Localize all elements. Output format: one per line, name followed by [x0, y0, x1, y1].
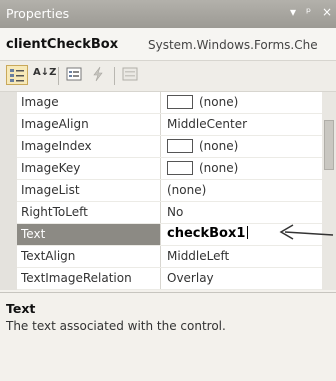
annotation-arrow-icon	[279, 224, 334, 240]
categorized-icon[interactable]	[6, 65, 28, 85]
properties-icon[interactable]	[64, 65, 86, 85]
property-value[interactable]: (none)	[199, 139, 238, 153]
property-row-imageindex[interactable]: ImageIndex (none)	[17, 136, 322, 158]
grid-gutter	[0, 92, 17, 290]
window-title: Properties	[6, 6, 70, 21]
column-separator	[160, 136, 161, 157]
object-selector[interactable]: clientCheckBox System.Windows.Forms.Che	[0, 28, 336, 61]
property-name: RightToLeft	[21, 205, 88, 219]
image-preview-box	[167, 161, 193, 175]
column-separator	[160, 224, 161, 245]
description-pane: Text The text associated with the contro…	[0, 292, 336, 381]
property-name: ImageKey	[21, 161, 81, 175]
text-value[interactable]: checkBox1	[167, 226, 245, 241]
property-grid: Image (none) ImageAlign MiddleCenter Ima…	[0, 92, 322, 290]
property-name: ImageAlign	[21, 117, 89, 131]
property-value[interactable]: (none)	[167, 183, 206, 197]
toolbar-separator	[58, 67, 59, 85]
column-separator	[160, 202, 161, 223]
property-row-imagealign[interactable]: ImageAlign MiddleCenter	[17, 114, 322, 136]
column-separator	[160, 114, 161, 135]
property-row-imagekey[interactable]: ImageKey (none)	[17, 158, 322, 180]
property-value[interactable]: No	[167, 205, 183, 219]
dropdown-icon[interactable]: ▾	[290, 5, 296, 19]
scrollbar-thumb[interactable]	[324, 120, 334, 170]
properties-window: Properties ▾ ᵖ × clientCheckBox System.W…	[0, 0, 336, 381]
column-separator	[160, 92, 161, 113]
alphabetical-label: A↓Z	[33, 67, 57, 78]
property-value[interactable]: (none)	[199, 95, 238, 109]
text-caret	[247, 226, 249, 239]
toolbar-separator	[114, 67, 115, 85]
description-text: The text associated with the control.	[6, 319, 226, 333]
vertical-scrollbar[interactable]	[322, 92, 336, 290]
image-preview-box	[167, 95, 193, 109]
alphabetical-icon[interactable]: A↓Z	[32, 65, 57, 85]
property-name: ImageIndex	[21, 139, 92, 153]
title-bar: Properties ▾ ᵖ ×	[0, 0, 336, 28]
pin-icon[interactable]: ᵖ	[306, 5, 311, 19]
property-name: ImageList	[21, 183, 80, 197]
events-icon[interactable]	[88, 65, 110, 85]
property-name: TextImageRelation	[21, 271, 132, 285]
column-separator	[160, 268, 161, 289]
close-icon[interactable]: ×	[322, 5, 332, 19]
property-name: Text	[21, 227, 46, 241]
property-pages-icon[interactable]	[120, 65, 142, 85]
property-value-editor[interactable]: checkBox1	[167, 226, 249, 241]
property-value[interactable]: Overlay	[167, 271, 214, 285]
property-value[interactable]: (none)	[199, 161, 238, 175]
property-row-textalign[interactable]: TextAlign MiddleLeft	[17, 246, 322, 268]
property-name: Image	[21, 95, 59, 109]
properties-toolbar: A↓Z	[0, 61, 336, 92]
object-type: System.Windows.Forms.Che	[148, 38, 318, 52]
image-preview-box	[167, 139, 193, 153]
property-row-image[interactable]: Image (none)	[17, 92, 322, 114]
description-title: Text	[6, 301, 36, 316]
property-row-imagelist[interactable]: ImageList (none)	[17, 180, 322, 202]
column-separator	[160, 246, 161, 267]
property-value[interactable]: MiddleCenter	[167, 117, 247, 131]
property-row-textimagerelation[interactable]: TextImageRelation Overlay	[17, 268, 322, 290]
property-name: TextAlign	[21, 249, 76, 263]
column-separator	[160, 180, 161, 201]
property-value[interactable]: MiddleLeft	[167, 249, 229, 263]
object-name: clientCheckBox	[6, 37, 119, 52]
column-separator	[160, 158, 161, 179]
